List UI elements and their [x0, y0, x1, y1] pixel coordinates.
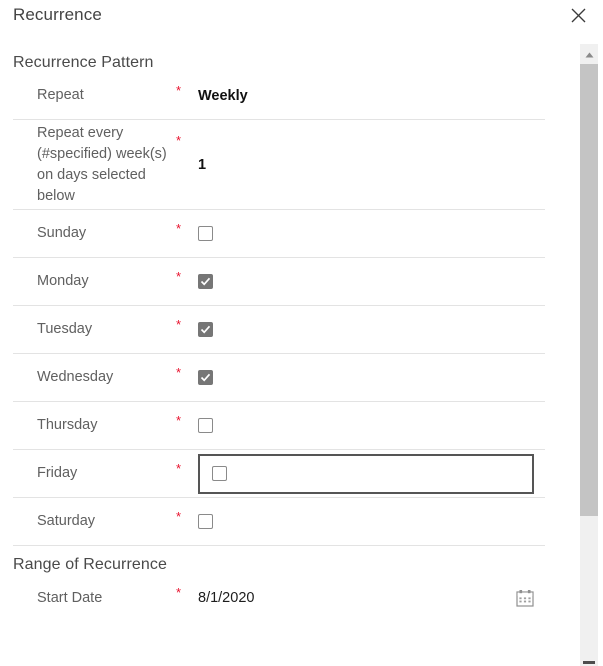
form-row-thursday: Thursday *: [13, 402, 545, 450]
calendar-icon[interactable]: [516, 589, 534, 607]
form-row-repeat: Repeat * Weekly: [13, 72, 545, 120]
required-indicator: *: [176, 317, 182, 332]
required-indicator: *: [176, 221, 182, 236]
required-indicator: *: [176, 269, 182, 284]
checkbox-monday[interactable]: [198, 274, 213, 289]
value-repeat: Weekly: [198, 87, 248, 104]
checkbox-tuesday[interactable]: [198, 322, 213, 337]
chevron-up-icon: [585, 45, 594, 63]
dialog-body: Recurrence Pattern Repeat * Weekly Repea…: [0, 44, 558, 666]
value-start-date: 8/1/2020: [198, 590, 255, 606]
form-row-wednesday: Wednesday *: [13, 354, 545, 402]
checkbox-friday[interactable]: [212, 466, 227, 481]
scrollbar-down-button[interactable]: [583, 661, 595, 664]
required-indicator: *: [176, 365, 182, 380]
form-row-sunday: Sunday *: [13, 210, 545, 258]
value-repeat-interval: 1: [198, 156, 207, 173]
form-row-friday: Friday *: [13, 450, 545, 498]
field-monday: [198, 274, 545, 289]
section-heading-range-of-recurrence: Range of Recurrence: [13, 556, 167, 573]
field-wednesday: [198, 370, 545, 385]
checkbox-saturday[interactable]: [198, 514, 213, 529]
required-indicator: *: [176, 413, 182, 428]
label-wednesday: Wednesday: [37, 369, 114, 385]
field-sunday: [198, 226, 545, 241]
dialog-header: Recurrence: [0, 0, 603, 44]
form-row-start-date: Start Date * 8/1/2020: [13, 574, 545, 622]
field-saturday: [198, 514, 545, 529]
close-button[interactable]: [565, 2, 591, 28]
field-start-date[interactable]: 8/1/2020: [198, 589, 545, 607]
scrollbar-track[interactable]: [580, 516, 598, 666]
label-repeat-interval: Repeat every (#specified) week(s) on day…: [37, 124, 167, 204]
label-thursday: Thursday: [37, 417, 98, 433]
form-row-tuesday: Tuesday *: [13, 306, 545, 354]
field-friday[interactable]: [198, 453, 534, 494]
label-monday: Monday: [37, 273, 89, 289]
field-repeat[interactable]: Weekly: [198, 88, 545, 104]
required-indicator: *: [176, 509, 182, 524]
form-row-saturday: Saturday *: [13, 498, 545, 546]
scrollbar-thumb[interactable]: [580, 64, 598, 516]
vertical-scrollbar[interactable]: [580, 44, 598, 666]
label-start-date: Start Date: [37, 589, 103, 606]
label-sunday: Sunday: [37, 225, 87, 241]
field-thursday: [198, 418, 545, 433]
page-title: Recurrence: [13, 5, 102, 24]
checkbox-thursday[interactable]: [198, 418, 213, 433]
label-friday: Friday: [37, 465, 78, 481]
checkbox-wednesday[interactable]: [198, 370, 213, 385]
checkbox-sunday[interactable]: [198, 226, 213, 241]
field-tuesday: [198, 322, 545, 337]
form-row-repeat-interval: Repeat every (#specified) week(s) on day…: [13, 120, 545, 210]
field-repeat-interval[interactable]: 1: [198, 157, 545, 173]
label-tuesday: Tuesday: [37, 321, 93, 337]
required-indicator: *: [176, 461, 182, 476]
required-indicator: *: [176, 585, 182, 600]
section-heading-recurrence-pattern: Recurrence Pattern: [13, 54, 154, 71]
form-row-monday: Monday *: [13, 258, 545, 306]
label-repeat: Repeat: [37, 87, 84, 103]
close-icon: [571, 8, 586, 23]
label-saturday: Saturday: [37, 513, 96, 529]
required-indicator: *: [176, 133, 182, 148]
required-indicator: *: [176, 83, 182, 98]
scrollbar-up-button[interactable]: [580, 44, 598, 64]
